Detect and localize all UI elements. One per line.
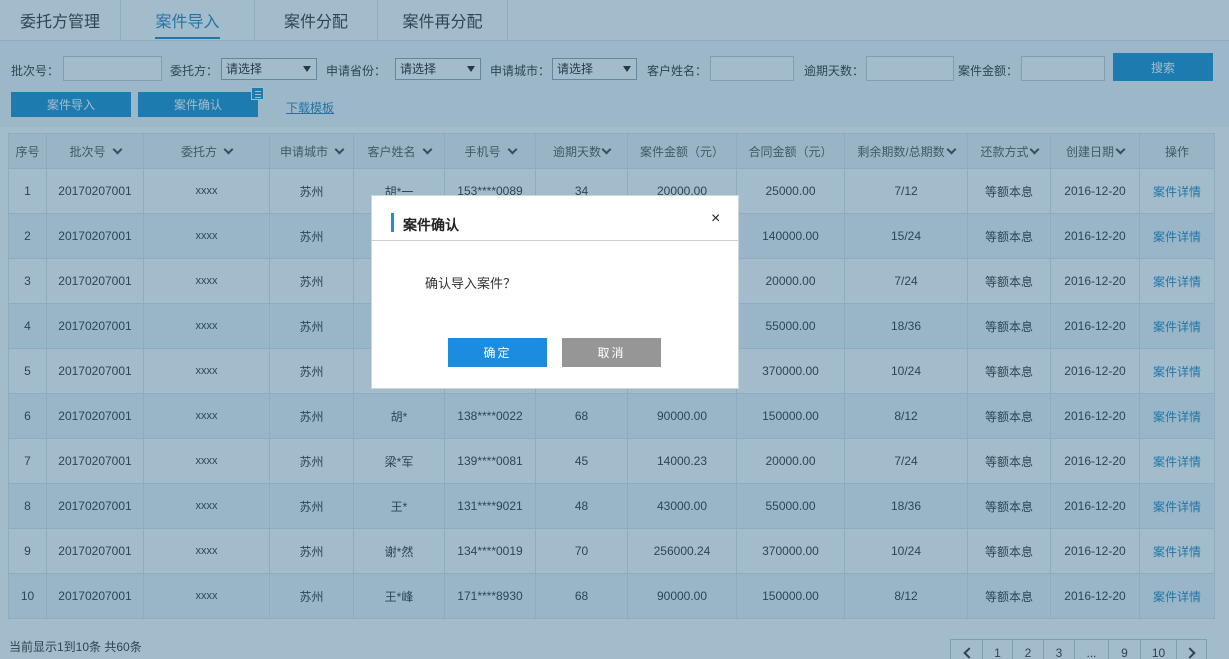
close-icon[interactable]: × (711, 210, 720, 228)
cancel-button[interactable]: 取消 (562, 338, 661, 367)
dialog-message: 确认导入案件？ (425, 276, 517, 291)
confirm-button[interactable]: 确定 (448, 338, 547, 367)
dialog-title: 案件确认 (403, 217, 459, 233)
confirm-button-label: 确定 (483, 346, 512, 360)
dialog-header: 案件确认 × (372, 196, 738, 241)
confirm-dialog: 案件确认 × 确认导入案件？ 确定 取消 (371, 195, 739, 389)
title-accent-bar (391, 213, 394, 232)
cancel-button-label: 取消 (597, 346, 626, 360)
